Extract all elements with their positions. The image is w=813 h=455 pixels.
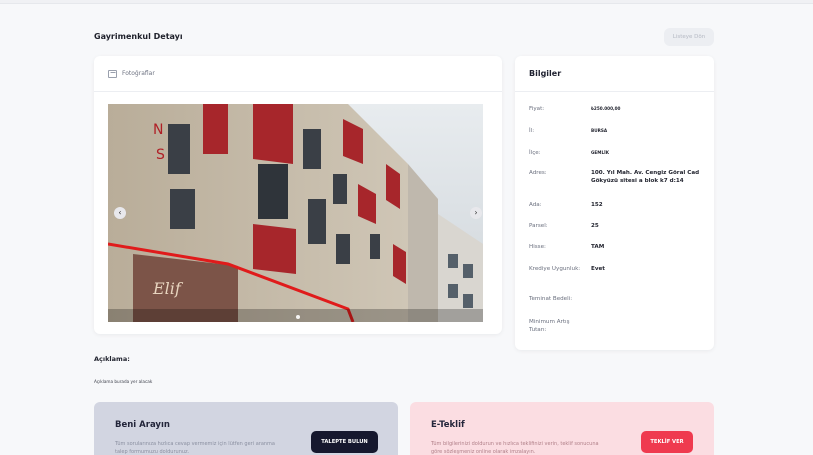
info-key: İlçe: — [529, 150, 541, 156]
image-icon — [108, 69, 117, 78]
info-value: BURSA — [591, 128, 608, 133]
building-photo-illustration: Elif N S — [108, 104, 483, 322]
info-key: Ada: — [529, 202, 542, 208]
description-text: Açıklama burada yer alacak — [94, 379, 153, 384]
page-title: Gayrimenkul Detayı — [94, 32, 183, 41]
chevron-right-icon[interactable]: › — [470, 207, 482, 219]
photos-card: Fotoğraflar Elif N S ‹ › — [94, 56, 502, 334]
call-me-description: Tüm sorularınıza hızlıca cevap vermemiz … — [115, 441, 275, 455]
top-bar — [0, 0, 813, 4]
svg-text:N: N — [153, 122, 163, 138]
divider — [515, 91, 714, 92]
info-value: 25 — [591, 223, 599, 229]
info-card: Bilgiler Fiyat: ₺250.000,00 İl: BURSA İl… — [515, 56, 714, 350]
info-key: Minimum Artış Tutarı: — [529, 319, 570, 333]
request-button[interactable]: TALEPTE BULUN — [311, 431, 378, 453]
make-offer-button[interactable]: TEKLİF VER — [641, 431, 693, 453]
e-offer-card: E-Teklif Tüm bilgilerinizi doldurun ve h… — [410, 402, 714, 455]
call-me-title: Beni Arayın — [115, 420, 170, 430]
info-value: TAM — [591, 244, 605, 250]
info-key: Krediye Uygunluk: — [529, 266, 581, 272]
info-key: Hisse: — [529, 244, 546, 250]
carousel-indicator-dot[interactable] — [296, 315, 300, 319]
e-offer-description: Tüm bilgilerinizi doldurun ve hızlıca te… — [431, 441, 599, 455]
info-key: Adres: — [529, 170, 547, 176]
info-value: GEMLİK — [591, 150, 609, 155]
svg-text:S: S — [156, 147, 165, 163]
info-value: Evet — [591, 266, 605, 272]
info-key: Teminat Bedeli: — [529, 296, 573, 302]
info-key: Parsel: — [529, 223, 548, 229]
photos-label: Fotoğraflar — [122, 70, 155, 77]
chevron-left-icon[interactable]: ‹ — [114, 207, 126, 219]
back-to-list-button[interactable]: Listeye Dön — [664, 28, 714, 46]
call-me-card: Beni Arayın Tüm sorularınıza hızlıca cev… — [94, 402, 398, 455]
info-value: ₺250.000,00 — [591, 106, 621, 111]
info-key: İl: — [529, 128, 535, 134]
info-key: Fiyat: — [529, 106, 545, 112]
e-offer-title: E-Teklif — [431, 420, 465, 430]
description-label: Açıklama: — [94, 355, 130, 363]
photos-header: Fotoğraflar — [94, 56, 502, 92]
property-photo[interactable]: Elif N S — [108, 104, 483, 322]
svg-text:Elif: Elif — [152, 279, 184, 298]
info-value: 100. Yıl Mah. Av. Cengiz Göral Cad Gökyü… — [591, 170, 700, 184]
info-title: Bilgiler — [529, 69, 562, 78]
info-value: 152 — [591, 202, 603, 208]
